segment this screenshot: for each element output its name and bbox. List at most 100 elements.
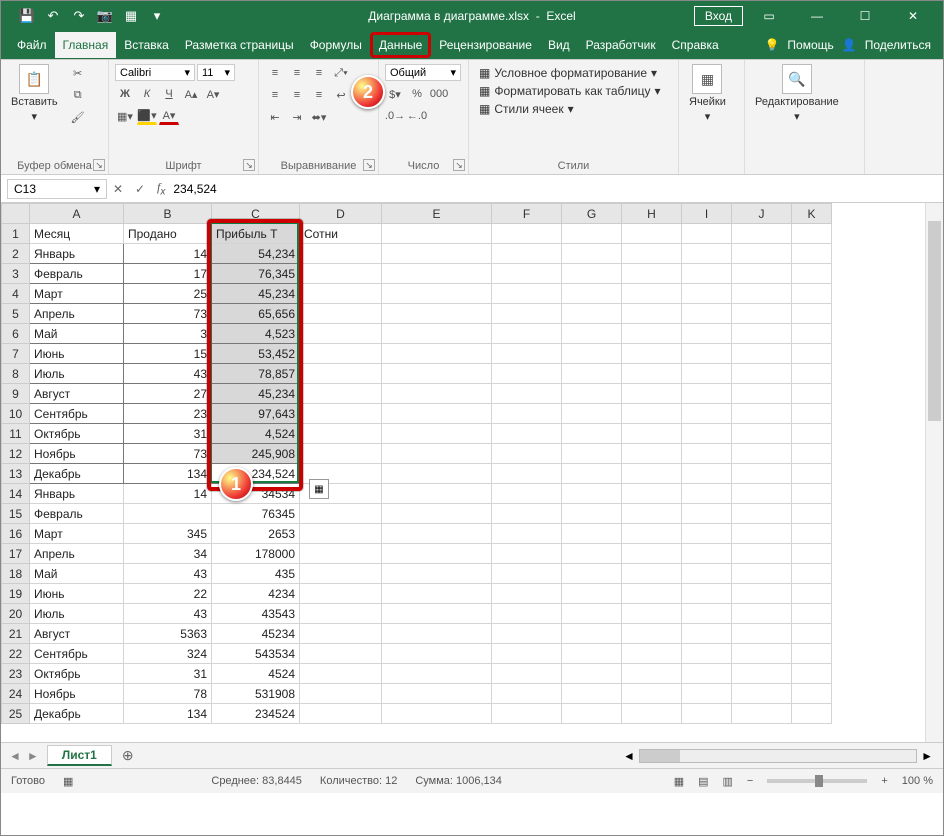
col-header-F[interactable]: F <box>492 204 562 224</box>
view-layout-icon[interactable]: ▤ <box>698 775 708 788</box>
cell[interactable] <box>732 564 792 584</box>
cell[interactable]: Март <box>30 284 124 304</box>
cell[interactable] <box>792 604 832 624</box>
cell[interactable] <box>622 424 682 444</box>
align-center-icon[interactable]: ≡ <box>287 86 307 104</box>
cell[interactable]: 22 <box>124 584 212 604</box>
cell[interactable] <box>492 664 562 684</box>
cell[interactable] <box>732 624 792 644</box>
smart-tag-icon[interactable]: ▦ <box>309 479 329 499</box>
cell[interactable] <box>382 544 492 564</box>
cell[interactable]: 78 <box>124 684 212 704</box>
close-icon[interactable]: ✕ <box>891 2 935 30</box>
inc-decimal-icon[interactable]: .0→ <box>385 107 405 125</box>
cell[interactable] <box>300 324 382 344</box>
tab-review[interactable]: Рецензирование <box>431 32 540 58</box>
col-header-D[interactable]: D <box>300 204 382 224</box>
cell[interactable] <box>562 484 622 504</box>
cell[interactable] <box>382 224 492 244</box>
save-icon[interactable]: 💾 <box>19 8 35 24</box>
cell[interactable] <box>382 584 492 604</box>
row-header[interactable]: 3 <box>2 264 30 284</box>
cell[interactable] <box>622 504 682 524</box>
cell[interactable] <box>682 264 732 284</box>
cell[interactable] <box>792 304 832 324</box>
tab-layout[interactable]: Разметка страницы <box>177 32 302 58</box>
cell[interactable] <box>732 244 792 264</box>
cell[interactable]: Август <box>30 384 124 404</box>
cell[interactable] <box>792 544 832 564</box>
cell[interactable] <box>732 304 792 324</box>
cell[interactable] <box>792 704 832 724</box>
cell[interactable] <box>300 564 382 584</box>
cell[interactable] <box>732 644 792 664</box>
cell[interactable]: 34 <box>124 544 212 564</box>
cell[interactable] <box>382 604 492 624</box>
cell[interactable] <box>682 644 732 664</box>
cell[interactable]: Март <box>30 524 124 544</box>
cell[interactable] <box>682 564 732 584</box>
grow-font-button[interactable]: A▴ <box>181 85 201 103</box>
ribbon-options-icon[interactable]: ▭ <box>747 2 791 30</box>
cell[interactable] <box>562 384 622 404</box>
cell[interactable] <box>732 544 792 564</box>
cell[interactable] <box>562 344 622 364</box>
cell[interactable] <box>492 564 562 584</box>
cell[interactable] <box>382 384 492 404</box>
cell[interactable]: 73 <box>124 444 212 464</box>
number-launcher[interactable]: ↘ <box>453 159 465 171</box>
cell[interactable] <box>732 364 792 384</box>
cell[interactable] <box>382 664 492 684</box>
cell[interactable]: 78,857 <box>212 364 300 384</box>
cell[interactable]: 23 <box>124 404 212 424</box>
col-header-A[interactable]: A <box>30 204 124 224</box>
currency-icon[interactable]: $▾ <box>385 85 405 103</box>
cell[interactable]: 2653 <box>212 524 300 544</box>
align-top-icon[interactable]: ≡ <box>265 64 285 82</box>
cell[interactable]: 65,656 <box>212 304 300 324</box>
cell[interactable] <box>562 224 622 244</box>
cell[interactable] <box>732 224 792 244</box>
clipboard-launcher[interactable]: ↘ <box>93 159 105 171</box>
cell[interactable] <box>792 264 832 284</box>
cell[interactable] <box>622 624 682 644</box>
cell[interactable] <box>682 304 732 324</box>
tab-help[interactable]: Справка <box>664 32 727 58</box>
cell[interactable]: 45234 <box>212 624 300 644</box>
tab-view[interactable]: Вид <box>540 32 578 58</box>
cell[interactable] <box>792 244 832 264</box>
number-format-combo[interactable]: Общий▾ <box>385 64 461 81</box>
cell[interactable] <box>562 704 622 724</box>
row-header[interactable]: 24 <box>2 684 30 704</box>
cell[interactable] <box>382 244 492 264</box>
row-header[interactable]: 9 <box>2 384 30 404</box>
cell[interactable] <box>492 584 562 604</box>
cell[interactable] <box>732 524 792 544</box>
share-label[interactable]: Поделиться <box>865 38 931 52</box>
cell[interactable] <box>682 384 732 404</box>
cell[interactable]: Апрель <box>30 544 124 564</box>
cell[interactable] <box>682 584 732 604</box>
cell[interactable] <box>792 424 832 444</box>
cell[interactable]: 178000 <box>212 544 300 564</box>
cell[interactable]: 31 <box>124 424 212 444</box>
border-button[interactable]: ▦▾ <box>115 107 135 125</box>
cell[interactable] <box>382 284 492 304</box>
cell[interactable] <box>562 664 622 684</box>
cell[interactable] <box>682 224 732 244</box>
maximize-icon[interactable]: ☐ <box>843 2 887 30</box>
cell[interactable] <box>300 424 382 444</box>
cell[interactable]: Сотни <box>300 224 382 244</box>
cell[interactable]: Апрель <box>30 304 124 324</box>
cell[interactable] <box>682 364 732 384</box>
cell[interactable] <box>622 544 682 564</box>
cell[interactable] <box>382 504 492 524</box>
cell[interactable] <box>792 224 832 244</box>
cell[interactable] <box>622 464 682 484</box>
cell[interactable] <box>622 244 682 264</box>
cell[interactable] <box>300 604 382 624</box>
row-header[interactable]: 23 <box>2 664 30 684</box>
dedent-icon[interactable]: ⇤ <box>265 108 285 126</box>
cell[interactable] <box>300 284 382 304</box>
cell[interactable] <box>682 324 732 344</box>
